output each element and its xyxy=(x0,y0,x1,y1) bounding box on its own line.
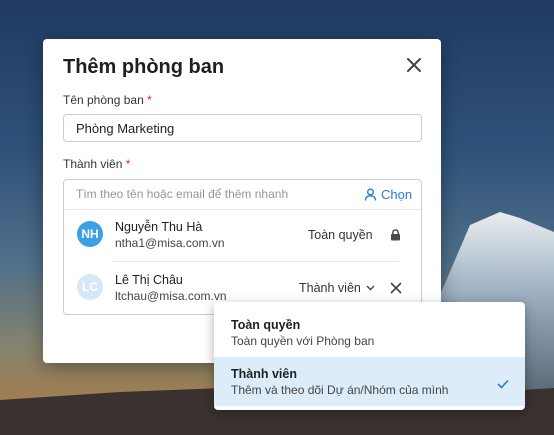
chevron-down-icon xyxy=(366,285,375,291)
role-option-description: Toàn quyền với Phòng ban xyxy=(231,334,375,348)
members-box: Chọn NH Nguyễn Thu Hà ntha1@misa.com.vn … xyxy=(63,179,422,315)
members-label: Thành viên * xyxy=(63,157,130,171)
divider xyxy=(113,261,399,262)
remove-member-button[interactable] xyxy=(390,282,402,294)
role-option-description: Thêm và theo dõi Dự án/Nhóm của mình xyxy=(231,383,449,397)
close-button[interactable] xyxy=(405,56,423,74)
member-email: ltchau@misa.com.vn xyxy=(115,289,227,303)
role-option-title: Thành viên xyxy=(231,367,297,381)
required-mark: * xyxy=(147,93,152,107)
avatar: LC xyxy=(77,274,103,300)
person-icon xyxy=(364,188,377,201)
member-name: Nguyễn Thu Hà xyxy=(115,220,203,234)
member-search-input[interactable] xyxy=(64,180,349,208)
close-icon xyxy=(407,58,421,72)
member-role: Thành viên xyxy=(299,281,361,295)
check-icon xyxy=(497,379,509,389)
avatar: NH xyxy=(77,221,103,247)
members-label-text: Thành viên xyxy=(63,157,123,171)
role-option-title: Toàn quyền xyxy=(231,318,301,332)
department-name-input[interactable] xyxy=(63,114,422,142)
dialog-title: Thêm phòng ban xyxy=(63,56,225,78)
member-name: Lê Thị Châu xyxy=(115,273,183,287)
member-email: ntha1@misa.com.vn xyxy=(115,236,225,250)
role-menu: Toàn quyền Toàn quyền với Phòng ban Thàn… xyxy=(214,302,525,410)
required-mark: * xyxy=(125,157,131,171)
lock-icon xyxy=(391,229,400,241)
role-option-full-access[interactable]: Toàn quyền Toàn quyền với Phòng ban xyxy=(214,302,525,357)
department-name-label-text: Tên phòng ban xyxy=(63,93,144,107)
choose-button-label: Chọn xyxy=(381,186,413,202)
member-role: Toàn quyền xyxy=(308,228,373,242)
department-name-label: Tên phòng ban * xyxy=(63,93,152,107)
choose-button[interactable]: Chọn xyxy=(364,186,412,202)
divider xyxy=(64,209,421,210)
role-option-member[interactable]: Thành viên Thêm và theo dõi Dự án/Nhóm c… xyxy=(214,357,525,406)
